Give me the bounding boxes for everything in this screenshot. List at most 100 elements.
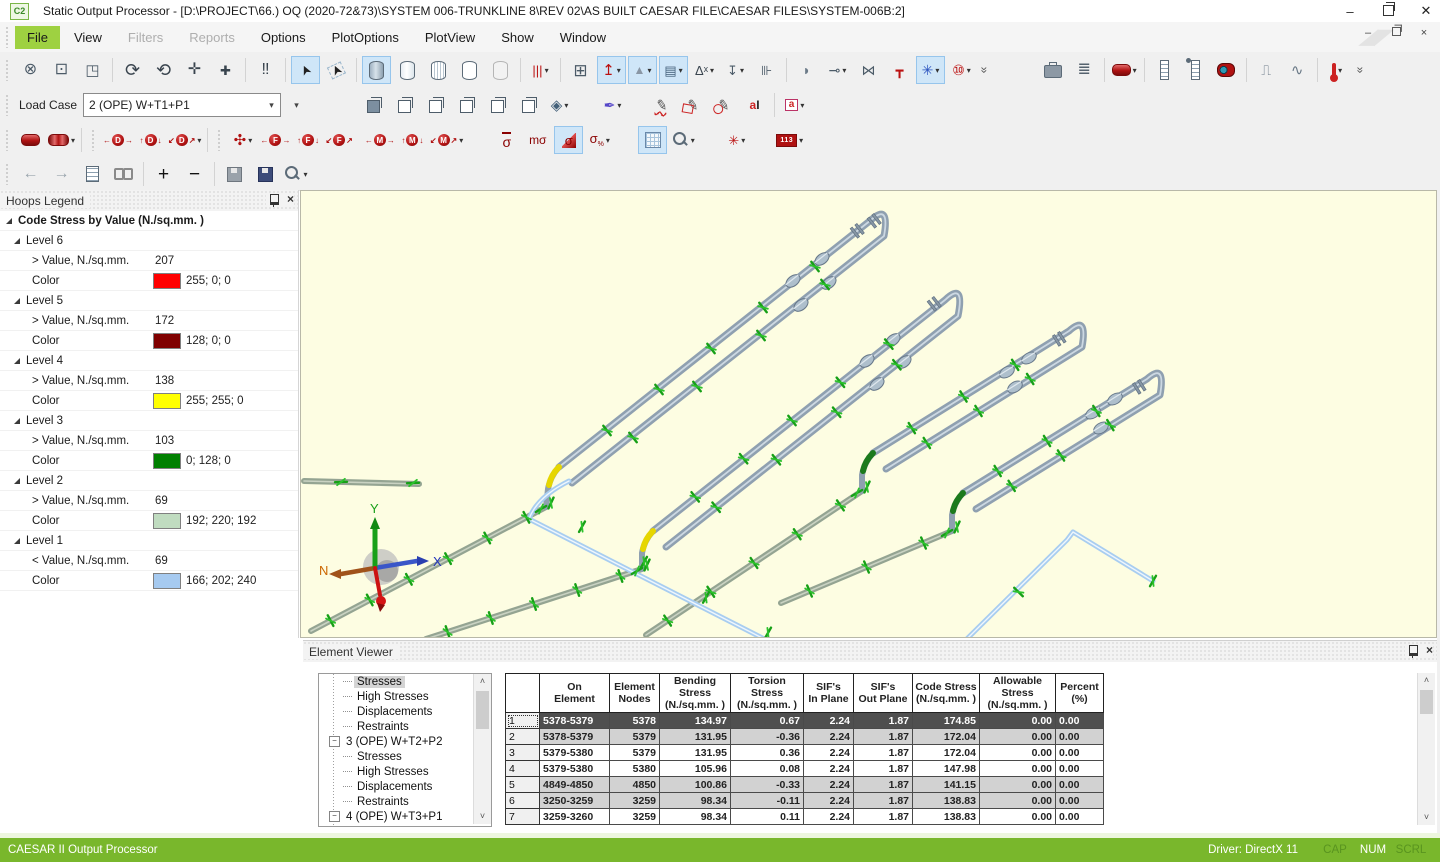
cell[interactable]: 0.00: [1056, 761, 1104, 777]
view-front-button[interactable]: [359, 91, 388, 119]
moment-z-button[interactable]: ↙M↗▾: [429, 126, 464, 154]
cell[interactable]: 0.00: [1056, 745, 1104, 761]
cell[interactable]: 1.87: [854, 745, 913, 761]
tee-button[interactable]: ┳: [885, 56, 914, 84]
anchors-button[interactable]: ▲▾: [628, 56, 657, 84]
render-outline-button[interactable]: [455, 56, 484, 84]
collapse-icon[interactable]: [14, 418, 20, 424]
cell[interactable]: 5379-5380: [540, 761, 610, 777]
stress-bars-button[interactable]: |||▾: [526, 56, 555, 84]
row-number[interactable]: 3: [506, 745, 540, 761]
tree-item[interactable]: High Stresses: [319, 764, 473, 779]
cell[interactable]: 5379-5380: [540, 745, 610, 761]
toolbox-button[interactable]: [1039, 56, 1068, 84]
displacement-z-button[interactable]: ↙D↗▾: [167, 126, 202, 154]
cell[interactable]: 0.00: [1056, 729, 1104, 745]
column-header[interactable]: Percent (%): [1056, 674, 1104, 713]
cell[interactable]: 0.00: [980, 745, 1056, 761]
column-header[interactable]: Torsion Stress (N./sq.mm. ): [731, 674, 804, 713]
row-number[interactable]: 6: [506, 793, 540, 809]
cell[interactable]: 2.24: [804, 713, 854, 729]
chevron-down-icon[interactable]: ▾: [710, 66, 714, 75]
decrease-button[interactable]: −: [180, 160, 209, 188]
find-button[interactable]: [109, 160, 138, 188]
grid-button[interactable]: [638, 126, 667, 154]
tree-item[interactable]: Restraints: [319, 719, 473, 734]
cell[interactable]: 0.00: [980, 761, 1056, 777]
view-top-button[interactable]: [483, 91, 512, 119]
draw-rectangle-button[interactable]: ✎: [678, 91, 707, 119]
tree-collapse-icon[interactable]: −: [329, 811, 340, 822]
axes-button[interactable]: ✳▾: [916, 56, 945, 84]
scroll-up-icon[interactable]: ˄: [1418, 673, 1435, 688]
tree-item[interactable]: Stresses: [319, 749, 473, 764]
collapse-icon[interactable]: [6, 218, 12, 224]
cell[interactable]: 0.00: [980, 777, 1056, 793]
cell[interactable]: 138.83: [913, 793, 980, 809]
tree-item[interactable]: Restraints: [319, 794, 473, 809]
moment-y-button[interactable]: ↑M↓: [398, 126, 427, 154]
zoom-cube-button[interactable]: ⊡: [47, 56, 76, 84]
cell[interactable]: 5379: [610, 745, 660, 761]
column-header[interactable]: Code Stress (N./sq.mm. ): [913, 674, 980, 713]
tree-item[interactable]: Displacements: [319, 779, 473, 794]
chevron-down-icon[interactable]: ▾: [606, 136, 610, 145]
cell[interactable]: 0.00: [980, 729, 1056, 745]
tree-item[interactable]: −3 (OPE) W+T2+P2: [319, 734, 473, 749]
toolbar-grip[interactable]: [5, 59, 10, 81]
mdi-restore-icon[interactable]: [1388, 26, 1404, 40]
marker-pen-button[interactable]: ✒▾: [598, 91, 627, 119]
cell[interactable]: 172.04: [913, 745, 980, 761]
collapse-icon[interactable]: [14, 538, 20, 544]
collapse-icon[interactable]: [14, 238, 20, 244]
table-row[interactable]: 73259-3260325998.340.112.241.87138.830.0…: [506, 809, 1104, 825]
row-number[interactable]: 1: [506, 713, 540, 729]
annotation-options-button[interactable]: a▾: [780, 91, 809, 119]
pin-icon[interactable]: [270, 194, 279, 205]
annotate-text-button[interactable]: aI: [740, 91, 769, 119]
cell[interactable]: 5379: [610, 729, 660, 745]
force-y-button[interactable]: ↑F↓: [293, 126, 322, 154]
cell[interactable]: 2.24: [804, 745, 854, 761]
toolbar-grip[interactable]: [217, 129, 222, 151]
cell[interactable]: 0.08: [731, 761, 804, 777]
hangers-button[interactable]: ↧▾: [721, 56, 750, 84]
scroll-thumb[interactable]: [1420, 690, 1433, 714]
chevron-down-icon[interactable]: ▾: [1338, 66, 1342, 75]
row-number[interactable]: 4: [506, 761, 540, 777]
save-image-button[interactable]: [251, 160, 280, 188]
scroll-down-icon[interactable]: ˅: [1418, 810, 1435, 825]
chevron-down-icon[interactable]: ▾: [842, 66, 846, 75]
combo-overflow-button[interactable]: ▾: [282, 91, 311, 119]
view-right-button[interactable]: [452, 91, 481, 119]
cell[interactable]: 4849-4850: [540, 777, 610, 793]
displacement-x-button[interactable]: ←D→: [102, 126, 134, 154]
view-iso-button[interactable]: ◈▾: [545, 91, 574, 119]
cell[interactable]: 147.98: [913, 761, 980, 777]
chevron-down-icon[interactable]: ▾: [740, 66, 744, 75]
cell[interactable]: 1.87: [854, 809, 913, 825]
cell[interactable]: 0.00: [980, 809, 1056, 825]
cell[interactable]: 5378-5379: [540, 729, 610, 745]
chevron-down-icon[interactable]: ▾: [263, 100, 280, 111]
render-solid-button[interactable]: [362, 56, 391, 84]
toolbar-grip[interactable]: [5, 129, 10, 151]
toolbar-grip[interactable]: [5, 163, 10, 185]
cell[interactable]: 4850: [610, 777, 660, 793]
load-case-combo[interactable]: 2 (OPE) W+T1+P1▾: [83, 93, 281, 117]
menu-window[interactable]: Window: [548, 26, 618, 49]
cell[interactable]: 134.97: [660, 713, 731, 729]
box-select-button[interactable]: ➤: [322, 56, 351, 84]
menu-view[interactable]: View: [62, 26, 114, 49]
table-row[interactable]: 15378-53795378134.970.672.241.87174.850.…: [506, 713, 1104, 729]
cell[interactable]: 1.87: [854, 761, 913, 777]
restraints-button[interactable]: ↥▾: [597, 56, 626, 84]
cell[interactable]: 0.11: [731, 809, 804, 825]
cell[interactable]: 3259: [610, 793, 660, 809]
collapse-icon[interactable]: [14, 478, 20, 484]
ruler-button[interactable]: [1150, 56, 1179, 84]
pan-button[interactable]: ✛: [180, 56, 209, 84]
cell[interactable]: 5378: [610, 713, 660, 729]
toolbar-grip[interactable]: [91, 129, 96, 151]
chevron-down-icon[interactable]: ▾: [617, 66, 621, 75]
